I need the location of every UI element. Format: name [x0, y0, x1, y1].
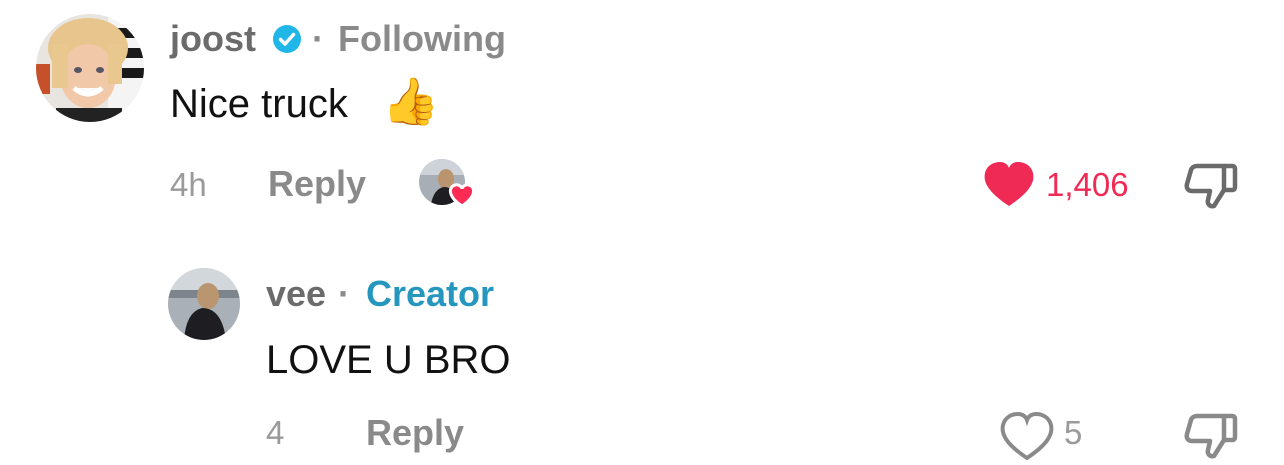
avatar[interactable]: [36, 14, 144, 122]
comment-text: Nice truck: [170, 82, 348, 126]
comment-timestamp: 4h: [170, 166, 207, 203]
separator-dot: ·: [338, 273, 350, 314]
reply-text: LOVE U BRO: [266, 338, 511, 382]
separator-dot: ·: [312, 18, 324, 59]
reply-button[interactable]: Reply: [366, 412, 464, 454]
creator-badge: Creator: [366, 273, 495, 314]
comment-username[interactable]: joost: [170, 18, 256, 60]
thumbs-down-icon[interactable]: [1184, 410, 1238, 460]
verified-check-icon: [272, 24, 302, 54]
like-count: 1,406: [1046, 166, 1129, 203]
reply-timestamp: 4: [266, 414, 285, 451]
following-label: Following: [338, 18, 506, 59]
heart-icon[interactable]: [1000, 411, 1054, 461]
heart-icon[interactable]: [982, 160, 1036, 208]
thumbs-down-icon[interactable]: [1184, 160, 1238, 210]
reply-username[interactable]: vee: [266, 273, 326, 315]
thumbs-up-emoji: 👍: [382, 75, 440, 127]
avatar[interactable]: [168, 268, 240, 340]
like-count: 5: [1064, 414, 1083, 451]
reply-button[interactable]: Reply: [268, 163, 366, 205]
creator-liked-avatar-icon: [418, 157, 478, 211]
